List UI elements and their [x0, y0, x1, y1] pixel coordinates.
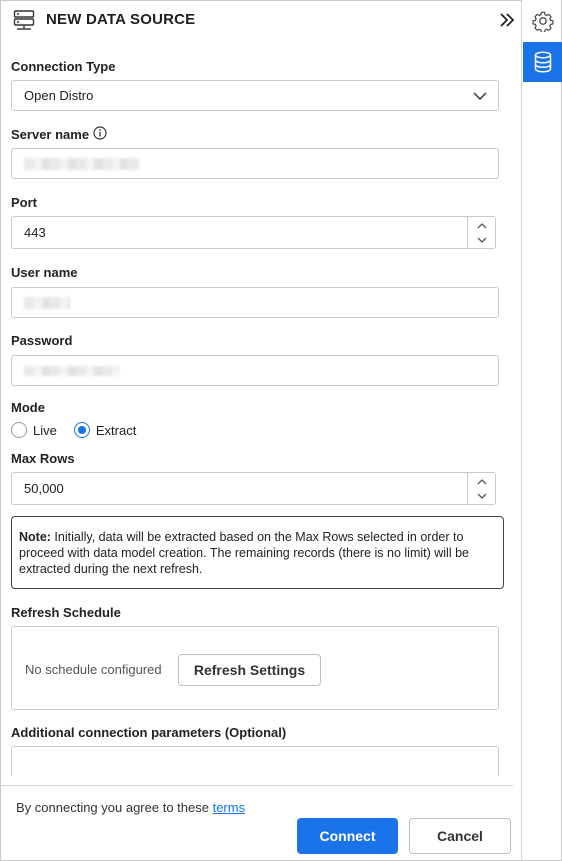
side-rail [521, 0, 562, 860]
decrement-button[interactable] [477, 234, 487, 246]
port-label: Port [11, 195, 37, 210]
refresh-schedule-box: No schedule configured Refresh Settings [11, 626, 499, 710]
chevron-down-icon [477, 237, 486, 243]
connection-type-select[interactable]: Open Distro [11, 80, 499, 111]
user-name-label: User name [11, 265, 78, 280]
max-rows-spin-controls [467, 473, 495, 504]
mode-live-radio[interactable] [11, 422, 27, 438]
settings-tab[interactable] [523, 1, 562, 41]
mode-label: Mode [11, 400, 45, 415]
connection-type-value: Open Distro [24, 88, 94, 103]
port-spin-controls [467, 217, 495, 248]
schedule-status: No schedule configured [25, 662, 162, 677]
extract-note: Note: Initially, data will be extracted … [11, 516, 504, 589]
max-rows-label: Max Rows [11, 451, 75, 466]
decrement-button[interactable] [477, 490, 487, 502]
increment-button[interactable] [477, 220, 487, 232]
server-icon [13, 10, 35, 30]
cancel-button[interactable]: Cancel [409, 818, 511, 854]
data-source-tab[interactable] [523, 42, 562, 82]
chevron-up-icon [477, 222, 486, 228]
additional-params-label: Additional connection parameters (Option… [11, 725, 287, 740]
password-input[interactable] [11, 355, 499, 386]
footer-divider [0, 785, 513, 786]
max-rows-stepper[interactable]: 50,000 [11, 472, 496, 505]
terms-link[interactable]: terms [213, 800, 246, 815]
mode-live-label: Live [33, 422, 57, 438]
redacted-text [24, 296, 70, 309]
connect-button[interactable]: Connect [297, 818, 398, 854]
chevron-up-icon [477, 478, 486, 484]
server-name-input[interactable] [11, 148, 499, 179]
mode-extract-label: Extract [95, 422, 137, 438]
gear-icon [531, 11, 554, 32]
redacted-text [24, 157, 140, 170]
database-icon [534, 51, 551, 73]
port-value: 443 [24, 225, 46, 240]
password-label: Password [11, 333, 73, 348]
server-name-label: Server name [11, 127, 90, 142]
mode-extract-radio[interactable] [73, 422, 90, 438]
double-chevron-right-icon[interactable] [497, 10, 517, 30]
terms-text: By connecting you agree to these [16, 800, 213, 815]
terms-notice: By connecting you agree to these terms [16, 800, 245, 815]
max-rows-value: 50,000 [24, 481, 64, 496]
info-icon[interactable] [93, 126, 107, 140]
note-text: Initially, data will be extracted based … [19, 530, 469, 576]
refresh-schedule-label: Refresh Schedule [11, 605, 121, 620]
port-stepper[interactable]: 443 [11, 216, 496, 249]
increment-button[interactable] [477, 476, 487, 488]
page-title: NEW DATA SOURCE [46, 11, 196, 28]
connection-type-label: Connection Type [11, 59, 116, 74]
user-name-input[interactable] [11, 287, 499, 318]
refresh-settings-button[interactable]: Refresh Settings [178, 654, 321, 686]
additional-params-input[interactable] [11, 746, 499, 776]
masked-password [24, 365, 120, 376]
mode-radio-group: Live Extract [11, 422, 136, 438]
chevron-down-icon [473, 92, 487, 101]
note-prefix: Note: [19, 530, 51, 544]
chevron-down-icon [477, 493, 486, 499]
panel-header: NEW DATA SOURCE [0, 0, 521, 40]
